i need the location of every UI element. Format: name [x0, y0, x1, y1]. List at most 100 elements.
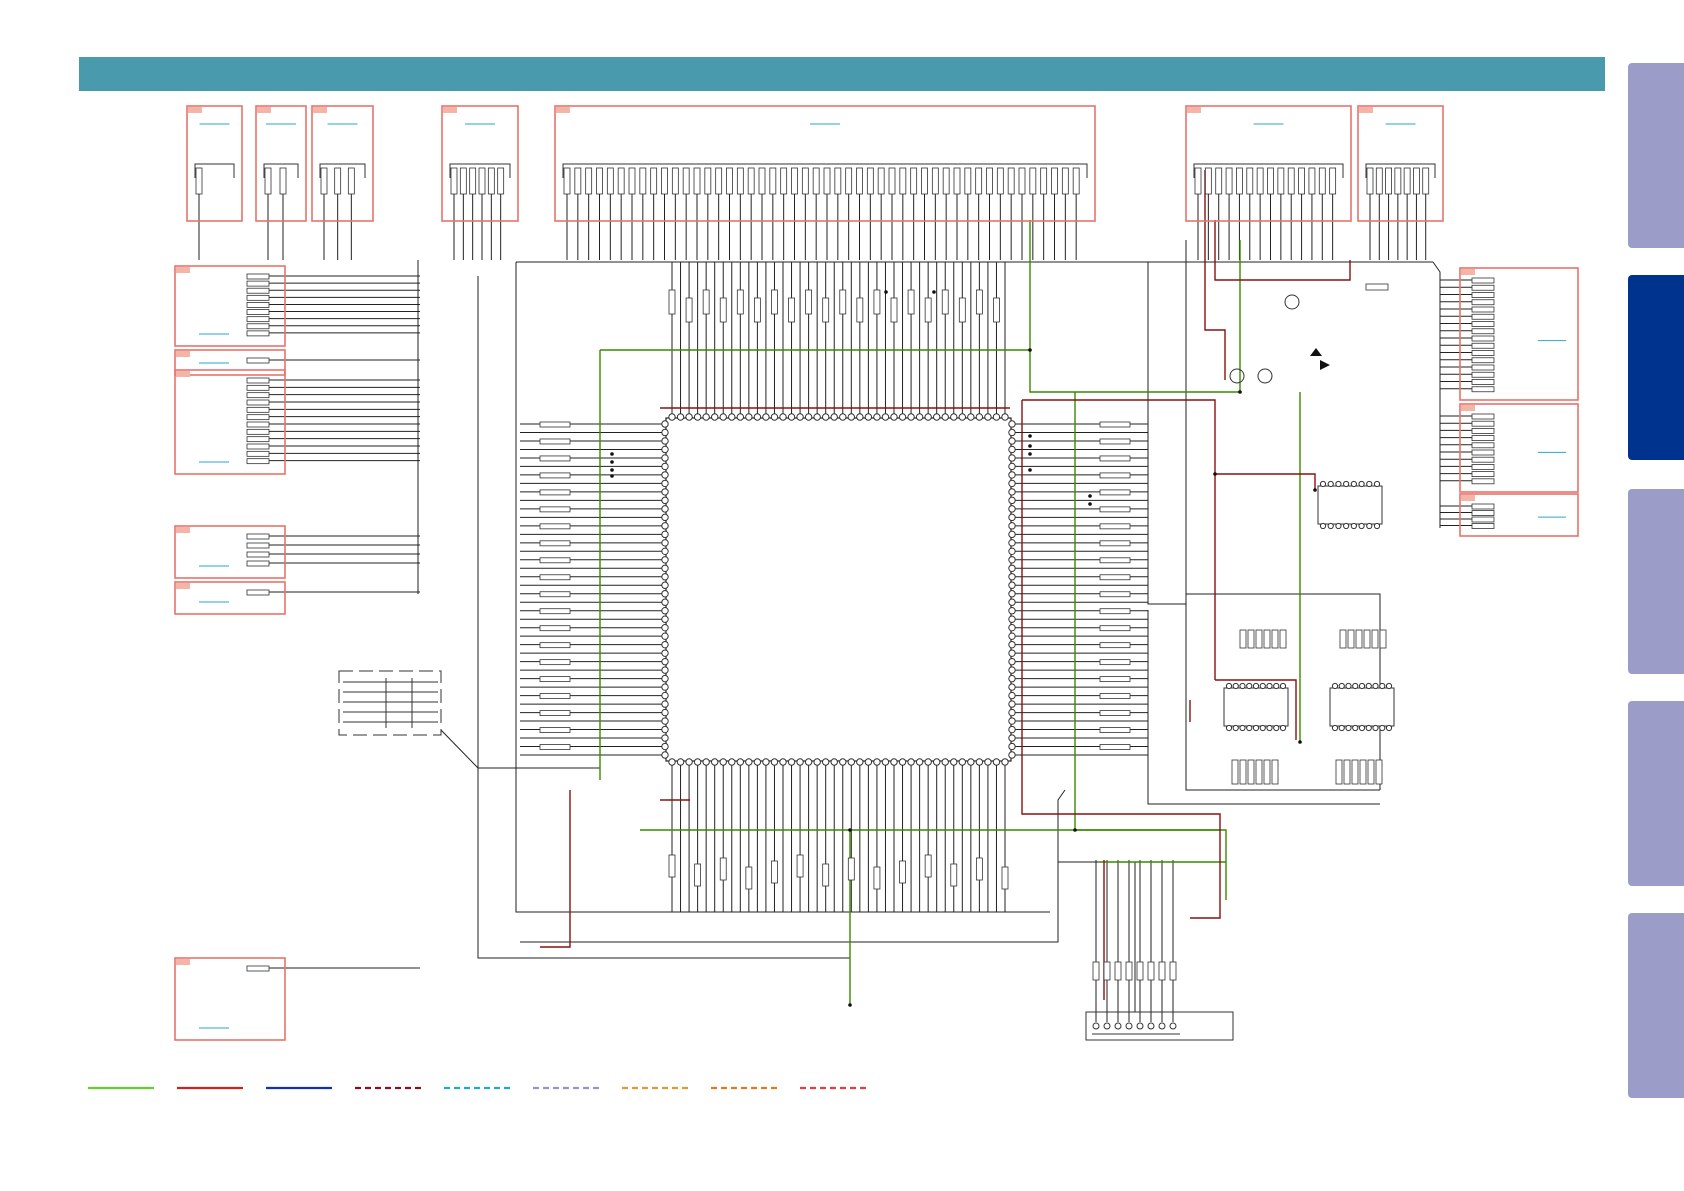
ic-pin-right — [1008, 530, 1016, 539]
connector-pin — [1158, 1022, 1166, 1030]
component — [585, 167, 593, 195]
component — [845, 167, 853, 195]
component — [1366, 167, 1374, 195]
ic-pin-left — [661, 573, 669, 581]
section-tab-4[interactable] — [1628, 701, 1684, 886]
component — [539, 421, 571, 428]
ic-pin-left — [661, 488, 669, 496]
component — [1471, 350, 1495, 356]
component — [1099, 489, 1131, 496]
ic-pin-left — [661, 530, 669, 539]
ic-pin-bottom — [779, 758, 787, 766]
component — [1471, 503, 1495, 510]
component — [1471, 292, 1495, 298]
component — [1318, 167, 1326, 195]
component — [246, 302, 270, 308]
junction-dot — [1313, 488, 1317, 492]
ic-pin — [1273, 682, 1280, 690]
shift-register-ic — [1329, 687, 1395, 727]
wire — [1147, 262, 1186, 605]
ic-pin-right — [1008, 632, 1016, 640]
ic-pin-left — [661, 649, 669, 657]
component — [574, 167, 582, 195]
component — [1040, 167, 1048, 195]
component — [1099, 608, 1131, 615]
ic-pin-top — [907, 413, 915, 421]
ic-pin-right — [1008, 437, 1016, 445]
section-tab-2[interactable] — [1628, 275, 1684, 460]
junction-dot — [1088, 502, 1092, 506]
ic-pin-bottom — [975, 758, 984, 766]
ic-pin-bottom — [728, 758, 736, 766]
ic-pin-top — [821, 413, 830, 421]
connector-pin — [1092, 1022, 1100, 1030]
component — [246, 287, 270, 294]
component — [888, 167, 896, 195]
component — [736, 289, 744, 315]
ic-pin-top — [736, 413, 745, 421]
ic-pin — [1259, 724, 1266, 732]
component — [539, 574, 571, 581]
ic-pin-top — [804, 413, 813, 421]
ic-pin-top — [932, 413, 941, 421]
ic-pin-top — [924, 413, 932, 421]
ic-pin-left — [661, 462, 669, 471]
component — [1231, 759, 1239, 785]
component — [1099, 727, 1131, 733]
component — [1256, 167, 1264, 195]
ic-pin-top — [787, 413, 796, 421]
component — [1359, 759, 1367, 785]
main-ic-body — [665, 417, 1012, 762]
section-tab-1[interactable] — [1628, 63, 1684, 248]
ic-pin — [1366, 480, 1373, 488]
component — [1125, 961, 1133, 981]
component — [246, 443, 270, 450]
component — [812, 167, 820, 195]
wire — [1214, 220, 1351, 281]
ic-pin-top — [864, 413, 873, 421]
ic-pin-top — [958, 413, 967, 421]
component — [1471, 386, 1495, 393]
ic-pin — [1331, 682, 1339, 690]
component — [650, 167, 658, 195]
component — [719, 297, 727, 323]
ic-pin — [1335, 522, 1342, 530]
connector-pin — [1114, 1022, 1122, 1030]
ic-pin-top — [745, 413, 753, 421]
ic-pin-top — [702, 413, 710, 421]
component — [1365, 283, 1389, 291]
section-tab-3[interactable] — [1628, 489, 1684, 674]
component — [1339, 629, 1347, 649]
ic-pin-right — [1008, 496, 1016, 505]
ic-pin-right — [1008, 607, 1016, 615]
ic-pin-left — [661, 708, 669, 717]
component — [1277, 167, 1285, 195]
component — [907, 289, 915, 315]
section-tab-5[interactable] — [1628, 913, 1684, 1098]
ic-pin-left — [661, 742, 669, 751]
component — [801, 167, 809, 195]
component — [953, 167, 961, 195]
component — [873, 866, 881, 890]
ic-pin — [1232, 724, 1239, 732]
component — [1239, 759, 1247, 785]
ic-pin-right — [1008, 708, 1016, 717]
component — [791, 167, 798, 195]
ic-pin-bottom — [941, 758, 949, 766]
ic-pin-right — [1008, 573, 1016, 581]
ic-pin — [1373, 522, 1381, 530]
component — [469, 167, 477, 195]
ic-pin — [1266, 724, 1273, 732]
component — [1018, 167, 1026, 195]
ic-pin-bottom — [907, 758, 915, 766]
component — [1394, 167, 1402, 195]
ic-pin — [1279, 724, 1287, 732]
component — [910, 167, 918, 195]
ic-pin-right — [1008, 539, 1016, 547]
ic-pin-right — [1008, 556, 1016, 564]
ic-pin — [1225, 682, 1233, 690]
component — [1471, 420, 1495, 427]
component — [719, 857, 727, 881]
component — [668, 854, 676, 878]
component — [1471, 456, 1495, 463]
